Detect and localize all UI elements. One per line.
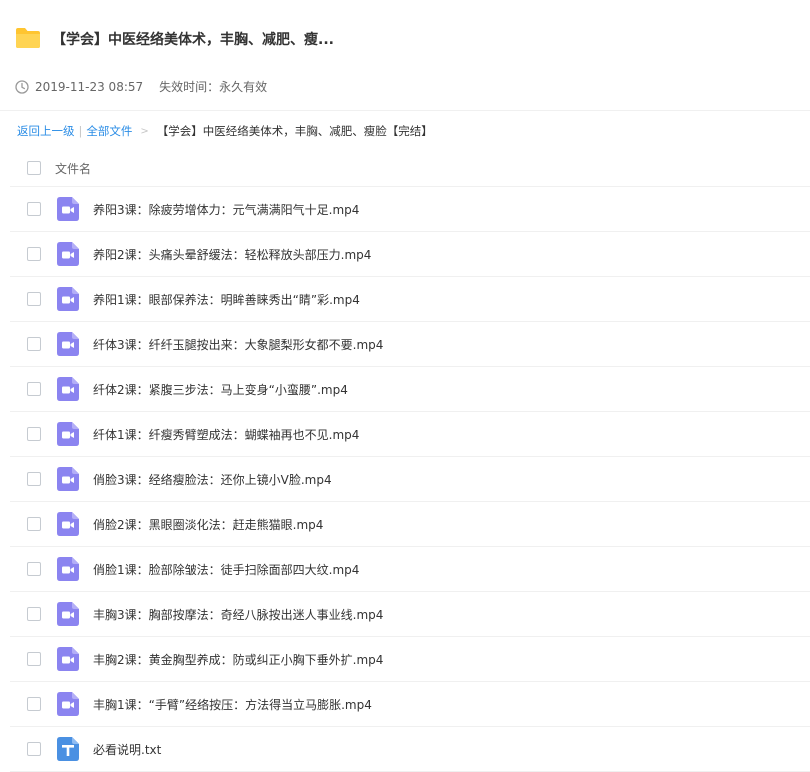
file-checkbox[interactable] (27, 337, 41, 351)
file-checkbox[interactable] (27, 382, 41, 396)
folder-icon (16, 28, 40, 48)
file-name[interactable]: 养阳1课：眼部保养法：明眸善睐秀出“睛”彩.mp4 (93, 291, 360, 308)
video-file-icon (57, 467, 79, 491)
share-date: 2019-11-23 08:57 (35, 79, 144, 94)
file-row[interactable]: 养阳1课：眼部保养法：明眸善睐秀出“睛”彩.mp4 (10, 277, 810, 322)
share-meta: 2019-11-23 08:57 失效时间：永久有效 (15, 78, 267, 95)
file-checkbox[interactable] (27, 697, 41, 711)
video-file-icon (57, 197, 79, 221)
breadcrumb-current: 【学会】中医经络美体术，丰胸、减肥、瘦脸【完结】 (156, 124, 433, 138)
file-list: 文件名 养阳3课：除疲劳增体力：元气满满阳气十足.mp4 养阳2课：头痛头晕舒缓法… (10, 150, 810, 772)
file-row[interactable]: 丰胸2课：黄金胸型养成：防或纠正小胸下垂外扩.mp4 (10, 637, 810, 682)
file-name[interactable]: 俏脸1课：脸部除皱法：徒手扫除面部四大纹.mp4 (93, 561, 359, 578)
file-checkbox[interactable] (27, 607, 41, 621)
all-files-link[interactable]: 全部文件 (86, 123, 132, 139)
file-name[interactable]: 纤体2课：紧腹三步法：马上变身“小蛮腰”.mp4 (93, 381, 348, 398)
back-link[interactable]: 返回上一级 (17, 123, 75, 139)
breadcrumb: 返回上一级 | 全部文件 > 【学会】中医经络美体术，丰胸、减肥、瘦脸【完结】 (17, 123, 433, 139)
file-name[interactable]: 养阳2课：头痛头晕舒缓法：轻松释放头部压力.mp4 (93, 246, 371, 263)
file-checkbox[interactable] (27, 562, 41, 576)
file-checkbox[interactable] (27, 472, 41, 486)
file-row[interactable]: 养阳3课：除疲劳增体力：元气满满阳气十足.mp4 (10, 187, 810, 232)
file-name[interactable]: 纤体3课：纤纤玉腿按出来：大象腿梨形女都不要.mp4 (93, 336, 383, 353)
video-file-icon (57, 602, 79, 626)
file-row[interactable]: 丰胸1课：“手臂”经络按压：方法得当立马膨胀.mp4 (10, 682, 810, 727)
column-header-filename: 文件名 (55, 161, 92, 176)
expire-label: 失效时间：永久有效 (159, 80, 268, 94)
video-file-icon (57, 332, 79, 356)
file-name[interactable]: 丰胸3课：胸部按摩法：奇经八脉按出迷人事业线.mp4 (93, 606, 383, 623)
file-name[interactable]: 丰胸1课：“手臂”经络按压：方法得当立马膨胀.mp4 (93, 696, 372, 713)
video-file-icon (57, 557, 79, 581)
file-rows: 养阳3课：除疲劳增体力：元气满满阳气十足.mp4 养阳2课：头痛头晕舒缓法：轻松释… (10, 187, 810, 772)
video-file-icon (57, 242, 79, 266)
file-checkbox[interactable] (27, 652, 41, 666)
video-file-icon (57, 692, 79, 716)
file-row[interactable]: 养阳2课：头痛头晕舒缓法：轻松释放头部压力.mp4 (10, 232, 810, 277)
file-name[interactable]: 养阳3课：除疲劳增体力：元气满满阳气十足.mp4 (93, 201, 359, 218)
file-row[interactable]: 必看说明.txt (10, 727, 810, 772)
file-checkbox[interactable] (27, 427, 41, 441)
file-name[interactable]: 丰胸2课：黄金胸型养成：防或纠正小胸下垂外扩.mp4 (93, 651, 383, 668)
file-row[interactable]: 俏脸2课：黑眼圈淡化法：赶走熊猫眼.mp4 (10, 502, 810, 547)
file-checkbox[interactable] (27, 517, 41, 531)
video-file-icon (57, 287, 79, 311)
select-all-checkbox[interactable] (27, 161, 41, 175)
file-name[interactable]: 俏脸3课：经络瘦脸法：还你上镜小V脸.mp4 (93, 471, 332, 488)
file-row[interactable]: 纤体2课：紧腹三步法：马上变身“小蛮腰”.mp4 (10, 367, 810, 412)
video-file-icon (57, 512, 79, 536)
breadcrumb-arrow-icon: > (140, 125, 149, 137)
breadcrumb-separator: | (78, 124, 83, 138)
file-name[interactable]: 必看说明.txt (93, 741, 161, 758)
file-name[interactable]: 纤体1课：纤瘦秀臂塑成法：蝴蝶袖再也不见.mp4 (93, 426, 359, 443)
file-name[interactable]: 俏脸2课：黑眼圈淡化法：赶走熊猫眼.mp4 (93, 516, 323, 533)
share-title: 【学会】中医经络美体术，丰胸、减肥、瘦... (52, 32, 334, 48)
file-row[interactable]: 俏脸3课：经络瘦脸法：还你上镜小V脸.mp4 (10, 457, 810, 502)
file-row[interactable]: 纤体3课：纤纤玉腿按出来：大象腿梨形女都不要.mp4 (10, 322, 810, 367)
file-list-header: 文件名 (10, 150, 810, 187)
video-file-icon (57, 647, 79, 671)
file-checkbox[interactable] (27, 742, 41, 756)
file-row[interactable]: 丰胸3课：胸部按摩法：奇经八脉按出迷人事业线.mp4 (10, 592, 810, 637)
share-header: 【学会】中医经络美体术，丰胸、减肥、瘦... 2019-11-23 08:57 … (0, 0, 810, 111)
file-checkbox[interactable] (27, 202, 41, 216)
clock-icon (15, 79, 29, 94)
file-checkbox[interactable] (27, 247, 41, 261)
file-checkbox[interactable] (27, 292, 41, 306)
video-file-icon (57, 377, 79, 401)
video-file-icon (57, 422, 79, 446)
text-file-icon (57, 737, 79, 761)
file-row[interactable]: 纤体1课：纤瘦秀臂塑成法：蝴蝶袖再也不见.mp4 (10, 412, 810, 457)
file-row[interactable]: 俏脸1课：脸部除皱法：徒手扫除面部四大纹.mp4 (10, 547, 810, 592)
